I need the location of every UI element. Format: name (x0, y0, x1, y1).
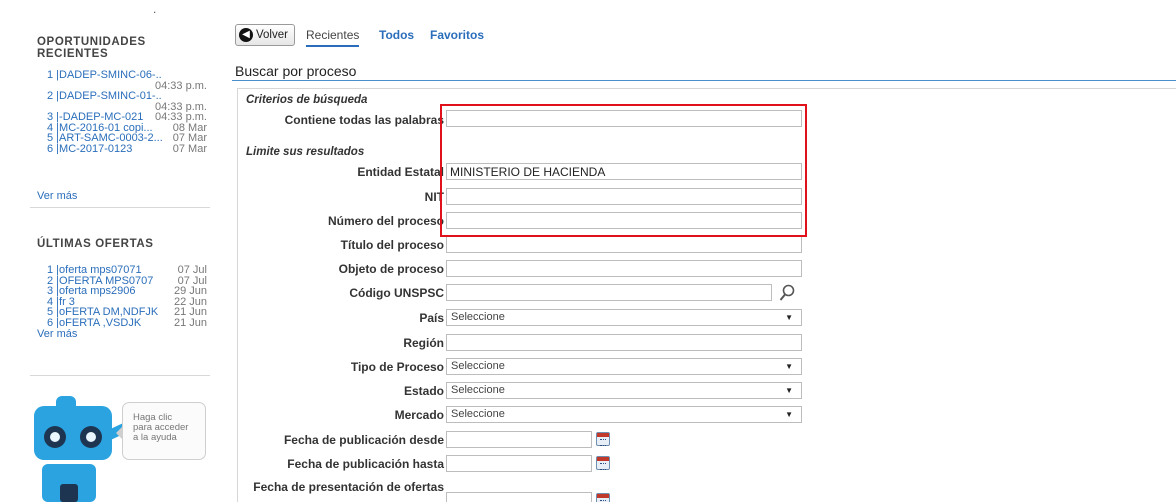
limit-group-label: Limite sus resultados (246, 146, 365, 158)
tab-favorites[interactable]: Favoritos (430, 28, 484, 42)
process-number-label: Número del proceso (327, 214, 444, 228)
process-type-label: Tipo de Proceso (350, 360, 444, 374)
market-label: Mercado (394, 408, 444, 422)
robot-eye-icon (44, 426, 66, 448)
back-button[interactable]: ◀ Volver (235, 24, 295, 46)
help-speech-bubble[interactable]: Haga clic para acceder a la ayuda (116, 402, 206, 460)
process-title-input[interactable] (446, 236, 802, 253)
robot-eye-icon (80, 426, 102, 448)
help-mascot[interactable]: Haga clic para acceder a la ayuda (28, 396, 218, 502)
sidebar-divider (30, 207, 210, 208)
calendar-icon[interactable] (596, 432, 610, 446)
calendar-icon[interactable] (596, 493, 610, 502)
offer-item[interactable]: 6 |oFERTA ,VSDJK 21 Jun (47, 317, 207, 328)
offers-date-input[interactable] (446, 492, 592, 502)
decorative-dot: . (153, 2, 157, 16)
state-select[interactable]: Seleccione ▼ (446, 382, 802, 399)
country-label: País (419, 311, 444, 325)
annotation-highlight-box (440, 104, 807, 237)
unspsc-label: Código UNSPSC (349, 286, 444, 300)
pub-to-label: Fecha de publicación hasta (287, 457, 444, 471)
region-label: Región (403, 336, 444, 350)
recent-item[interactable]: 3 |-DADEP-MC-021 04:33 p.m. (47, 112, 207, 123)
process-title-label: Título del proceso (340, 238, 444, 252)
process-object-label: Objeto de proceso (338, 262, 444, 276)
page-title: Buscar por proceso (235, 63, 357, 79)
arrow-left-icon: ◀ (239, 28, 253, 42)
recent-opportunities-list: 1 |DADEP-SMINC-06-... 04:33 p.m. 2 |DADE… (47, 70, 207, 154)
latest-offers-list: 1 |oferta mps07071 07 Jul 2 |OFERTA MPS0… (47, 265, 207, 328)
tab-recent[interactable]: Recientes (306, 28, 360, 47)
recent-see-more-link[interactable]: Ver más (37, 190, 77, 202)
pub-from-label: Fecha de publicación desde (283, 433, 444, 447)
sidebar: . OPORTUNIDADES RECIENTES 1 |DADEP-SMINC… (0, 0, 222, 502)
chevron-down-icon: ▼ (785, 362, 793, 371)
pub-from-input[interactable] (446, 431, 592, 448)
robot-head-icon (34, 406, 112, 460)
chevron-down-icon: ▼ (785, 386, 793, 395)
region-input[interactable] (446, 334, 802, 351)
market-select[interactable]: Seleccione ▼ (446, 406, 802, 423)
sidebar-divider (30, 375, 210, 376)
recent-item[interactable]: 2 |DADEP-SMINC-01-... 04:33 p.m. (47, 91, 207, 112)
latest-offers-title: ÚLTIMAS OFERTAS (37, 238, 154, 250)
criteria-group-label: Criterios de búsqueda (246, 94, 368, 106)
search-icon[interactable] (779, 284, 795, 302)
offer-item[interactable]: 5 |oFERTA DM,NDFJK 21 Jun (47, 307, 207, 318)
process-type-select[interactable]: Seleccione ▼ (446, 358, 802, 375)
country-select[interactable]: Seleccione ▼ (446, 309, 802, 326)
offer-item[interactable]: 1 |oferta mps07071 07 Jul (47, 265, 207, 276)
recent-item[interactable]: 6 |MC-2017-0123 07 Mar (47, 143, 207, 154)
offers-date-label: Fecha de presentación de ofertas (253, 480, 444, 494)
recent-item[interactable]: 1 |DADEP-SMINC-06-... 04:33 p.m. (47, 70, 207, 91)
robot-body-icon (42, 464, 96, 502)
calendar-icon[interactable] (596, 456, 610, 470)
offer-item[interactable]: 3 |oferta mps2906 29 Jun (47, 286, 207, 297)
chevron-down-icon: ▼ (785, 410, 793, 419)
recent-item[interactable]: 5 |ART-SAMC-0003-2... 07 Mar (47, 133, 207, 144)
unspsc-input[interactable] (446, 284, 772, 301)
recent-opportunities-title: OPORTUNIDADES RECIENTES (37, 36, 146, 60)
title-underline (232, 80, 1176, 81)
entity-label: Entidad Estatal (357, 165, 444, 179)
state-label: Estado (403, 384, 444, 398)
tab-all[interactable]: Todos (379, 28, 414, 42)
all-words-label: Contiene todas las palabras (284, 113, 444, 127)
pub-to-input[interactable] (446, 455, 592, 472)
process-object-input[interactable] (446, 260, 802, 277)
chevron-down-icon: ▼ (785, 313, 793, 322)
offers-see-more-link[interactable]: Ver más (37, 328, 77, 340)
